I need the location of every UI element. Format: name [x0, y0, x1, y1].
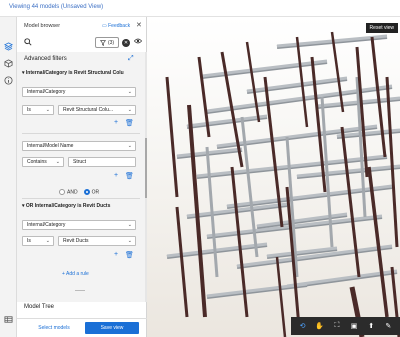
divider [22, 133, 140, 134]
navigation-toolbar: ⟲ ✋ ⛶ ▣ ⬆ ✎ [291, 317, 400, 335]
radio-icon [59, 189, 65, 195]
duct [201, 59, 328, 78]
structural-column [165, 76, 179, 198]
trash-icon[interactable]: 🗑 [125, 251, 134, 259]
and-radio[interactable]: AND [59, 189, 78, 195]
operator-select[interactable]: Is ⌄ [22, 236, 54, 246]
model-tree-heading[interactable]: Model Tree [24, 304, 54, 310]
layers-icon[interactable] [3, 41, 14, 52]
settings-icon[interactable]: ✎ [383, 322, 394, 330]
duct [206, 282, 308, 298]
close-icon[interactable]: ✕ [136, 21, 142, 29]
structural-column [187, 104, 207, 318]
reset-view-button[interactable]: Reset view [365, 23, 398, 33]
filter-button[interactable]: (3) [95, 37, 119, 48]
value-input[interactable]: Struct [68, 157, 136, 167]
model-browser-panel: Model browser ▭ Feedback ✕ (3) ✕ Advance… [17, 17, 147, 337]
structural-column [385, 76, 399, 248]
feedback-link[interactable]: ▭ Feedback [102, 23, 130, 29]
section-icon[interactable]: ▣ [349, 322, 360, 330]
structural-column [330, 31, 345, 113]
feedback-label: Feedback [108, 23, 131, 29]
chevron-down-icon: ⌄ [45, 107, 50, 113]
pan-icon[interactable]: ✋ [314, 322, 325, 330]
filter-group-header[interactable]: ▾ Internal/Category is Revit Structural … [22, 70, 124, 76]
cube-icon[interactable] [3, 58, 14, 69]
value-select[interactable]: Revit Ducts ⌄ [58, 236, 136, 246]
panel-header: Model browser ▭ Feedback ✕ [17, 17, 147, 34]
search-row: (3) ✕ [17, 36, 147, 50]
eye-icon[interactable] [133, 37, 143, 47]
fit-icon[interactable]: ⛶ [331, 322, 342, 330]
add-icon[interactable]: + [114, 251, 118, 258]
select-models-button[interactable]: Select models [36, 323, 72, 333]
operator-select[interactable]: Is ⌄ [22, 105, 54, 115]
structural-column [175, 206, 189, 318]
chevron-down-icon: ⌄ [127, 107, 132, 113]
clear-filter-icon[interactable]: ✕ [122, 39, 130, 47]
left-rail [0, 17, 17, 337]
info-icon[interactable] [3, 75, 14, 86]
duct [206, 84, 393, 113]
filter-count: (3) [107, 39, 115, 46]
panel-title: Model browser [24, 23, 61, 29]
expand-icon[interactable]: ⤢ [128, 55, 134, 63]
save-view-button[interactable]: Save view [85, 322, 139, 334]
resize-handle[interactable] [75, 290, 85, 294]
chevron-down-icon: ⌄ [55, 159, 60, 165]
structural-column [275, 256, 287, 337]
structural-column [370, 36, 387, 158]
radio-selected-icon [83, 189, 90, 195]
logic-toggle: AND OR [59, 189, 99, 195]
duct [246, 76, 348, 93]
top-bar: Viewing 44 models (Unsaved View) [0, 0, 400, 17]
property-select[interactable]: Internal/Category ⌄ [22, 87, 136, 97]
funnel-icon [99, 39, 106, 46]
add-rule-button[interactable]: + Add a rule [62, 271, 89, 277]
filter-group-header[interactable]: ▾ OR Internal/Category is Revit Ducts [22, 203, 110, 209]
add-icon[interactable]: + [114, 172, 118, 179]
property-select[interactable]: Internal/Category ⌄ [22, 220, 136, 230]
advanced-filters: Advanced filters ⤢ ▾ Internal/Category i… [17, 52, 145, 302]
orbit-icon[interactable]: ⟲ [297, 322, 308, 330]
search-icon[interactable] [24, 38, 32, 48]
model-viewport[interactable]: Reset view ⟲ ✋ ⛶ ▣ ⬆ ✎ [147, 17, 400, 337]
operator-select[interactable]: Contains ⌄ [22, 157, 64, 167]
view-title[interactable]: Viewing 44 models (Unsaved View) [9, 4, 103, 10]
trash-icon[interactable]: 🗑 [125, 172, 134, 180]
table-icon[interactable] [3, 314, 14, 325]
advanced-filters-title: Advanced filters [24, 56, 67, 62]
duct [186, 114, 268, 128]
or-radio[interactable]: OR [83, 189, 99, 195]
divider [22, 198, 140, 199]
duct [236, 244, 393, 268]
chevron-down-icon: ⌄ [45, 238, 50, 244]
duct-riser [240, 116, 259, 258]
structural-model-render[interactable] [147, 17, 400, 337]
add-icon[interactable]: + [114, 119, 118, 126]
property-select[interactable]: Internal/Model Name ⌄ [22, 141, 136, 151]
chevron-down-icon: ⌄ [127, 143, 132, 149]
structural-column [245, 41, 261, 123]
chevron-down-icon: ⌄ [127, 89, 132, 95]
value-select[interactable]: Revit Structural Colu... ⌄ [58, 105, 136, 115]
trash-icon[interactable]: 🗑 [125, 119, 134, 127]
walk-icon[interactable]: ⬆ [366, 322, 377, 330]
chevron-down-icon: ⌄ [127, 222, 132, 228]
chevron-down-icon: ⌄ [127, 238, 132, 244]
panel-footer: Select models Save view [17, 318, 147, 335]
